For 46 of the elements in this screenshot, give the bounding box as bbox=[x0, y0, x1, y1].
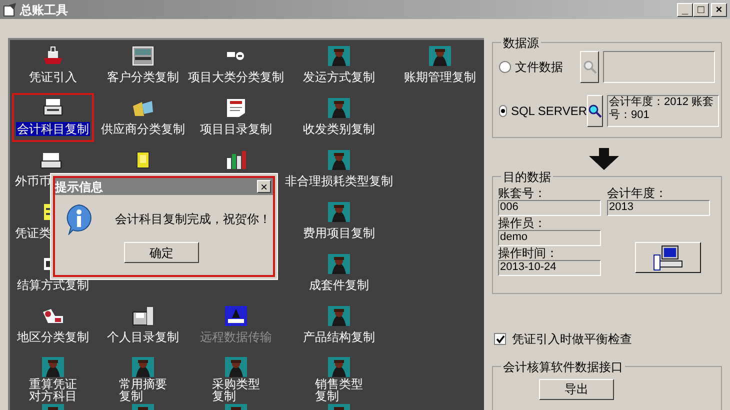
tool-label[interactable]: 销售类型 复制 bbox=[315, 378, 363, 402]
window-title: 总账工具 bbox=[20, 2, 68, 18]
tool-label[interactable]: 产品结构复制 bbox=[302, 330, 376, 344]
tool-label[interactable]: 项目目录复制 bbox=[199, 122, 273, 136]
tool-label[interactable]: 供应商分类复制 bbox=[100, 122, 186, 136]
tool-label[interactable]: 非合理损耗类型复制 bbox=[284, 174, 394, 188]
text-field[interactable]: 2013 bbox=[607, 200, 710, 216]
minimize-button[interactable]: _ bbox=[677, 2, 693, 16]
text-field[interactable]: 2013-10-24 bbox=[498, 260, 601, 276]
close-button[interactable]: × bbox=[257, 180, 271, 193]
close-button[interactable]: × bbox=[711, 2, 727, 16]
radio-label: 文件数据 bbox=[515, 59, 563, 76]
tool-label[interactable]: 成套件复制 bbox=[308, 278, 370, 292]
tool-label[interactable]: 发运方式复制 bbox=[302, 70, 376, 84]
field-label: 操作员： bbox=[498, 216, 547, 230]
tool-label[interactable]: 收发类别复制 bbox=[302, 122, 376, 136]
tool-label[interactable]: 凭证引入 bbox=[28, 70, 78, 84]
checkbox-label: 凭证引入时做平衡检查 bbox=[512, 331, 632, 348]
group-title: 数据源 bbox=[501, 34, 541, 52]
tool-label[interactable]: 外币币 bbox=[14, 174, 52, 188]
field-label: 账套号： bbox=[498, 186, 547, 200]
tool-label[interactable]: 结算方式复制 bbox=[16, 278, 90, 292]
group-title: 目的数据 bbox=[501, 168, 553, 186]
dialog-message: 会计科目复制完成，祝贺你！ bbox=[115, 211, 271, 228]
tool-label[interactable]: 个人目录复制 bbox=[106, 330, 180, 344]
group-title: 会计核算软件数据接口 bbox=[501, 358, 625, 376]
ok-button[interactable]: 确定 bbox=[124, 242, 199, 263]
tool-label[interactable]: 常用摘要 复制 bbox=[119, 378, 167, 402]
tool-label[interactable]: 地区分类复制 bbox=[16, 330, 90, 344]
tool-label[interactable]: 重算凭证 对方科目 bbox=[29, 378, 77, 402]
export-button[interactable]: 导出 bbox=[539, 378, 614, 400]
dialog-title: 提示信息 bbox=[55, 178, 103, 196]
field-label: 操作时间： bbox=[498, 246, 559, 260]
tool-label[interactable]: 账期管理复制 bbox=[403, 70, 477, 84]
text-field[interactable]: 006 bbox=[498, 200, 601, 216]
tool-label[interactable]: 费用项目复制 bbox=[302, 226, 376, 240]
radio-label: SQL SERVER bbox=[510, 103, 587, 120]
text-field[interactable]: demo bbox=[498, 230, 601, 246]
tool-label[interactable]: 项目大类分类复制 bbox=[187, 70, 285, 84]
field-label: 会计年度： bbox=[607, 186, 668, 200]
tool-label[interactable]: 凭证类 bbox=[14, 226, 52, 240]
maximize-button[interactable]: □ bbox=[693, 2, 709, 16]
tool-label[interactable]: 客户分类复制 bbox=[106, 70, 180, 84]
text-field[interactable]: 会计年度：2012 账套号：901 bbox=[607, 95, 719, 127]
tool-label[interactable]: 会计科目复制 bbox=[16, 122, 90, 136]
tool-label[interactable]: 采购类型 复制 bbox=[212, 378, 260, 402]
